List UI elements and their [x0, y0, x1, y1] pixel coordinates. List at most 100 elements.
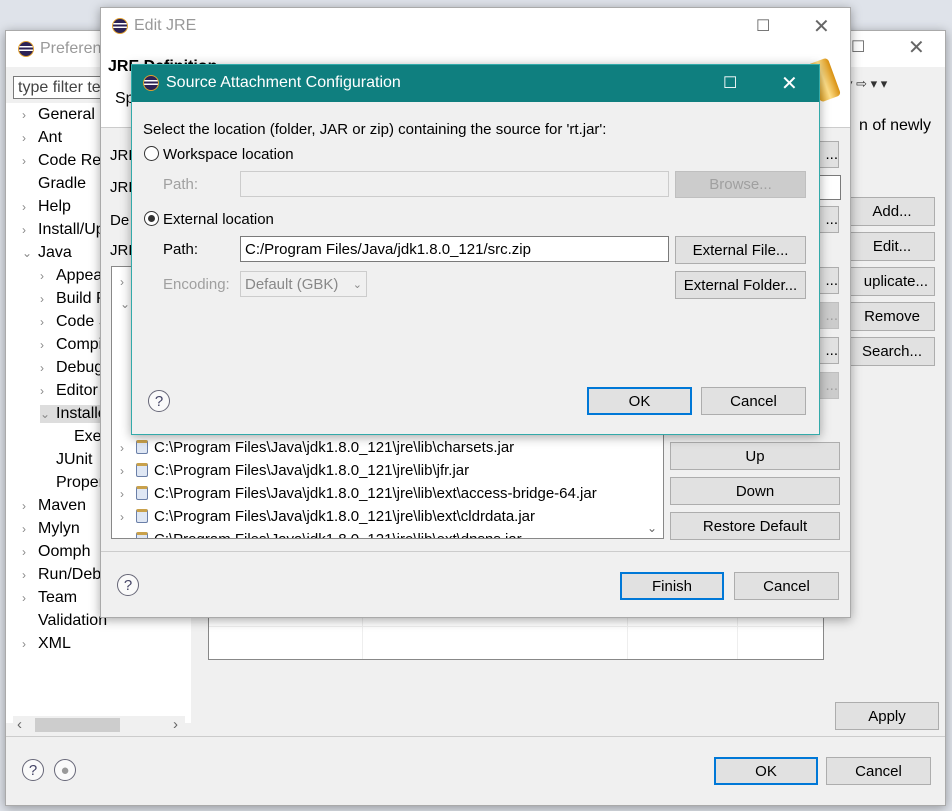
encoding-value: Default (GBK) [245, 275, 339, 293]
maximize-icon[interactable]: ☐ [756, 16, 770, 36]
ok-button[interactable]: OK [587, 387, 692, 415]
help-icon[interactable]: ? [117, 574, 139, 596]
tree-hscrollbar[interactable]: ‹ › [13, 716, 185, 734]
close-icon[interactable]: ✕ [813, 14, 830, 39]
tree-item[interactable]: › Help [22, 198, 71, 216]
chevron-right-icon[interactable]: › [40, 269, 56, 283]
chevron-right-icon[interactable]: › [22, 108, 38, 122]
chevron-right-icon[interactable]: › [120, 510, 136, 524]
radio-icon[interactable] [144, 146, 159, 161]
remove-button[interactable]: Remove [849, 302, 935, 331]
chevron-right-icon[interactable]: › [22, 637, 38, 651]
chevron-right-icon[interactable]: › [120, 441, 136, 455]
close-icon[interactable]: ✕ [781, 71, 798, 96]
chevron-right-icon[interactable]: › [40, 384, 56, 398]
chevron-down-icon[interactable]: ⌄ [22, 246, 38, 260]
source-title: Source Attachment Configuration [166, 74, 401, 91]
external-folder-button[interactable]: External Folder... [675, 271, 806, 299]
default-vm-args-label: De [110, 212, 130, 229]
eclipse-icon [143, 75, 159, 91]
tree-item[interactable]: › Team [22, 589, 77, 607]
add-button[interactable]: Add... [849, 197, 935, 226]
tree-item[interactable]: › Editor [40, 382, 98, 400]
scroll-left-icon[interactable]: ‹ [17, 716, 22, 733]
up-button[interactable]: Up [670, 442, 840, 470]
tree-item[interactable]: › General [22, 106, 95, 124]
cancel-button[interactable]: Cancel [701, 387, 806, 415]
chevron-down-icon: ⌄ [352, 278, 362, 291]
radio-selected-icon[interactable] [144, 211, 159, 226]
library-item[interactable]: › C:\Program Files\Java\jdk1.8.0_121\jre\… [120, 531, 522, 538]
chevron-right-icon[interactable]: › [40, 292, 56, 306]
scroll-down-icon[interactable]: ⌄ [647, 521, 657, 535]
library-item[interactable]: › C:\Program Files\Java\jdk1.8.0_121\jre\… [120, 439, 514, 456]
cancel-button[interactable]: Cancel [734, 572, 839, 600]
chevron-right-icon[interactable]: › [22, 131, 38, 145]
help-icon[interactable]: ? [148, 390, 170, 412]
tree-item-label: Validation [38, 612, 108, 629]
ok-button[interactable]: OK [714, 757, 818, 785]
duplicate-button[interactable]: uplicate... [849, 267, 935, 296]
eclipse-icon [18, 41, 34, 57]
scroll-right-icon[interactable]: › [173, 716, 178, 733]
tree-item[interactable]: › Debug [40, 359, 103, 377]
cancel-button[interactable]: Cancel [826, 757, 931, 785]
chevron-right-icon[interactable]: › [22, 499, 38, 513]
eclipse-icon [112, 18, 128, 34]
chevron-right-icon[interactable]: › [22, 223, 38, 237]
chevron-right-icon[interactable]: › [120, 487, 136, 501]
tree-item[interactable]: › XML [22, 635, 71, 653]
chevron-right-icon[interactable]: › [120, 464, 136, 478]
restore-default-button[interactable]: Restore Default [670, 512, 840, 540]
chevron-right-icon[interactable]: › [22, 522, 38, 536]
library-item[interactable]: › C:\Program Files\Java\jdk1.8.0_121\jre\… [120, 462, 469, 479]
chevron-right-icon[interactable]: › [22, 200, 38, 214]
chevron-right-icon[interactable]: › [40, 361, 56, 375]
chevron-right-icon[interactable]: › [40, 315, 56, 329]
tree-item[interactable]: JUnit [40, 451, 92, 469]
external-path-label: Path: [163, 241, 199, 258]
workspace-path-input [240, 171, 669, 197]
library-path: C:\Program Files\Java\jdk1.8.0_121\jre\l… [154, 439, 515, 456]
description-fragment: n of newly [859, 117, 932, 134]
external-path-input[interactable]: C:/Program Files/Java/jdk1.8.0_121/src.z… [240, 236, 669, 262]
tree-item-label: Mylyn [38, 520, 80, 537]
finish-button[interactable]: Finish [620, 572, 724, 600]
down-button[interactable]: Down [670, 477, 840, 505]
chevron-down-icon[interactable]: ⌄ [40, 407, 56, 421]
nav-arrows-icon[interactable]: ▾ ⇨ ▾ ▾ [846, 76, 887, 92]
external-location-radio[interactable]: External location [144, 211, 274, 228]
tree-item[interactable]: › Ant [22, 129, 62, 147]
edit-jre-title: Edit JRE [134, 17, 197, 34]
chevron-right-icon[interactable]: › [22, 154, 38, 168]
chevron-right-icon[interactable]: › [120, 533, 136, 538]
chevron-right-icon[interactable]: › [40, 338, 56, 352]
chevron-right-icon[interactable]: › [22, 568, 38, 582]
edit-button[interactable]: Edit... [849, 232, 935, 261]
chevron-right-icon[interactable]: › [22, 591, 38, 605]
maximize-icon[interactable]: ☐ [851, 37, 865, 57]
library-path: C:\Program Files\Java\jdk1.8.0_121\jre\l… [154, 462, 470, 479]
tree-item-label: Gradle [38, 175, 87, 192]
maximize-icon[interactable]: ☐ [723, 73, 737, 93]
help-icon[interactable]: ? [22, 759, 44, 781]
oomph-record-icon[interactable]: ● [54, 759, 76, 781]
scroll-thumb[interactable] [35, 718, 120, 732]
library-item[interactable]: › C:\Program Files\Java\jdk1.8.0_121\jre\… [120, 508, 535, 525]
close-icon[interactable]: ✕ [908, 35, 925, 60]
tree-item[interactable]: ⌄ Java [22, 244, 72, 262]
apply-button[interactable]: Apply [835, 702, 939, 730]
tree-item[interactable]: › Oomph [22, 543, 90, 561]
jar-icon [136, 463, 148, 477]
external-file-button[interactable]: External File... [675, 236, 806, 264]
chevron-right-icon[interactable]: › [22, 545, 38, 559]
tree-item[interactable]: Gradle [22, 175, 86, 193]
search-button[interactable]: Search... [849, 337, 935, 366]
encoding-select: Default (GBK) ⌄ [240, 271, 367, 297]
tree-item[interactable]: Validation [22, 612, 107, 630]
library-item[interactable]: › C:\Program Files\Java\jdk1.8.0_121\jre\… [120, 485, 597, 502]
tree-item[interactable]: › Mylyn [22, 520, 80, 538]
tree-item[interactable]: › Maven [22, 497, 86, 515]
workspace-location-radio[interactable]: Workspace location [144, 146, 294, 163]
tree-item-label: Team [38, 589, 78, 606]
